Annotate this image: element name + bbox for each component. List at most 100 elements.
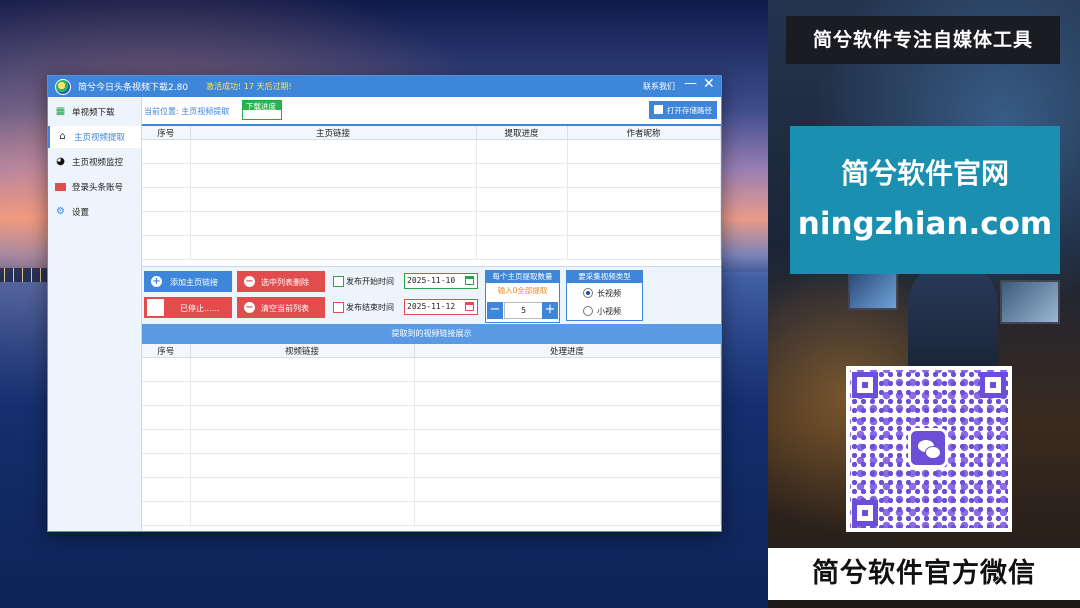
- video-type-box: 要采集视频类型 长视频 小视频: [566, 270, 643, 321]
- extract-count-box: 每个主页提取数量 输入0全部提取 − 5 +: [485, 270, 560, 323]
- minus-circle-icon: −: [244, 276, 255, 287]
- publish-end-checkbox[interactable]: [333, 302, 344, 313]
- ad-bottom-banner: 简兮软件官方微信: [768, 548, 1080, 600]
- sidebar-item-settings[interactable]: ⚙ 设置: [48, 201, 141, 223]
- official-site-box: 简兮软件官网 ningzhian.com: [790, 126, 1060, 274]
- sidebar-item-label: 主页视频提取: [74, 133, 126, 143]
- column-header[interactable]: 作者昵称: [567, 126, 721, 140]
- add-homepage-link-label: 添加主页链接: [170, 278, 218, 287]
- open-storage-path-button[interactable]: 打开存储路径: [649, 101, 717, 119]
- decrement-button[interactable]: −: [487, 302, 503, 319]
- table-row: [142, 501, 721, 526]
- sidebar-item-label: 单视频下载: [72, 108, 115, 118]
- gear-icon: ⚙: [56, 206, 65, 217]
- end-date-picker[interactable]: 2025-11-12: [404, 299, 478, 315]
- table-row: [142, 477, 721, 502]
- sidebar-item-label: 主页视频监控: [72, 158, 124, 168]
- extracted-links-header: 提取到的视频链接展示: [142, 324, 721, 344]
- app-window: 简兮今日头条视频下载2.80 激活成功! 17 天后过期! 联系我们 — ✕ ▦…: [47, 75, 722, 532]
- table-row: [142, 163, 721, 188]
- clapper-icon: ▦: [55, 106, 66, 117]
- column-header[interactable]: 视频链接: [190, 344, 415, 358]
- window-title: 简兮今日头条视频下载2.80: [78, 83, 189, 93]
- sidebar-item-single-video-download[interactable]: ▦ 单视频下载: [48, 101, 141, 123]
- table-row: [142, 429, 721, 454]
- close-button[interactable]: ✕: [703, 76, 715, 92]
- monitor-image: [848, 272, 898, 310]
- calendar-icon[interactable]: [465, 276, 474, 285]
- toutiao-logo-icon: [55, 183, 66, 191]
- official-site-url: ningzhian.com: [797, 206, 1053, 242]
- download-progress-tab[interactable]: 下载进度: [242, 100, 282, 120]
- calendar-icon[interactable]: [465, 302, 474, 311]
- add-homepage-link-button[interactable]: + 添加主页链接: [144, 271, 232, 292]
- clear-list-label: 清空当前列表: [261, 304, 309, 313]
- table-row: [142, 235, 721, 260]
- long-video-label: 长视频: [597, 289, 621, 298]
- homepage-table: 序号 主页链接 提取进度 作者昵称: [142, 126, 721, 260]
- app-logo-icon: [55, 79, 71, 95]
- ad-panel: 简兮软件专注自媒体工具 简兮软件官网 ningzhian.com 简兮软件官方微…: [768, 0, 1080, 608]
- table-row: [142, 405, 721, 430]
- clear-list-button[interactable]: − 清空当前列表: [237, 297, 325, 318]
- qr-finder-icon: [980, 372, 1006, 398]
- delete-selected-button[interactable]: − 选中列表删除: [237, 271, 325, 292]
- qr-finder-icon: [852, 372, 878, 398]
- stop-status-button[interactable]: 已停止......: [144, 297, 232, 318]
- quantity-stepper: − 5 +: [487, 302, 558, 319]
- qr-finder-icon: [852, 500, 878, 526]
- main-panel: 当前位置: 主页视频提取 下载进度 打开存储路径 序号 主页链接 提取进度 作者…: [142, 97, 721, 531]
- table-row: [142, 453, 721, 478]
- start-date-value: 2025-11-10: [407, 276, 456, 285]
- column-header[interactable]: 主页链接: [190, 126, 477, 140]
- publish-start-label: 发布开始时间: [346, 277, 394, 286]
- monitor-image: [1000, 280, 1060, 324]
- table-row: [142, 187, 721, 212]
- title-bar[interactable]: 简兮今日头条视频下载2.80 激活成功! 17 天后过期! 联系我们 — ✕: [48, 76, 721, 97]
- video-links-table: 序号 视频链接 处理进度: [142, 344, 721, 526]
- sidebar-item-label: 设置: [72, 208, 90, 218]
- quantity-input[interactable]: 5: [504, 302, 543, 319]
- open-storage-path-label: 打开存储路径: [667, 106, 712, 115]
- minimize-button[interactable]: —: [684, 76, 697, 91]
- stop-icon: [147, 299, 164, 316]
- breadcrumb-bar: 当前位置: 主页视频提取 下载进度 打开存储路径: [142, 97, 721, 126]
- stopped-label: 已停止......: [180, 304, 220, 313]
- column-header[interactable]: 处理进度: [414, 344, 721, 358]
- monitor-clock-icon: ◕: [56, 156, 65, 167]
- short-video-radio[interactable]: [583, 306, 593, 316]
- short-video-label: 小视频: [597, 307, 621, 316]
- publish-end-label: 发布结束时间: [346, 303, 394, 312]
- column-header[interactable]: 提取进度: [476, 126, 568, 140]
- publish-start-checkbox[interactable]: [333, 276, 344, 287]
- video-type-header: 要采集视频类型: [567, 271, 642, 283]
- sidebar-item-homepage-extract[interactable]: ⌂ 主页视频提取: [48, 126, 141, 148]
- folder-icon: [654, 105, 663, 114]
- activation-notice: 激活成功! 17 天后过期!: [206, 82, 292, 91]
- breadcrumb: 当前位置: 主页视频提取: [144, 107, 230, 116]
- delete-selected-label: 选中列表删除: [261, 278, 309, 287]
- download-progress-label: 下载进度: [246, 102, 276, 111]
- sidebar-item-login-toutiao[interactable]: 登录头条账号: [48, 176, 141, 198]
- table-row: [142, 139, 721, 164]
- controls-panel: + 添加主页链接 − 选中列表删除 已停止...... − 清空当前列表 发布开…: [142, 266, 721, 324]
- sidebar-item-homepage-monitor[interactable]: ◕ 主页视频监控: [48, 151, 141, 173]
- minus-circle-icon: −: [244, 302, 255, 313]
- table-row: [142, 211, 721, 236]
- sidebar: ▦ 单视频下载 ⌂ 主页视频提取 ◕ 主页视频监控 登录头条账号 ⚙ 设置: [48, 97, 142, 531]
- extract-count-hint: 输入0全部提取: [497, 286, 548, 295]
- wechat-logo-icon: [908, 428, 948, 468]
- home-icon: ⌂: [59, 131, 66, 142]
- column-header[interactable]: 序号: [142, 344, 191, 358]
- ad-top-banner: 简兮软件专注自媒体工具: [786, 16, 1060, 64]
- increment-button[interactable]: +: [542, 302, 558, 319]
- contact-us-link[interactable]: 联系我们: [643, 81, 675, 92]
- table-row: [142, 381, 721, 406]
- plus-circle-icon: +: [151, 276, 162, 287]
- column-header[interactable]: 序号: [142, 126, 191, 140]
- long-video-radio[interactable]: [583, 288, 593, 298]
- extract-count-header: 每个主页提取数量: [486, 271, 559, 283]
- table-row: [142, 357, 721, 382]
- start-date-picker[interactable]: 2025-11-10: [404, 273, 478, 289]
- end-date-value: 2025-11-12: [407, 302, 456, 311]
